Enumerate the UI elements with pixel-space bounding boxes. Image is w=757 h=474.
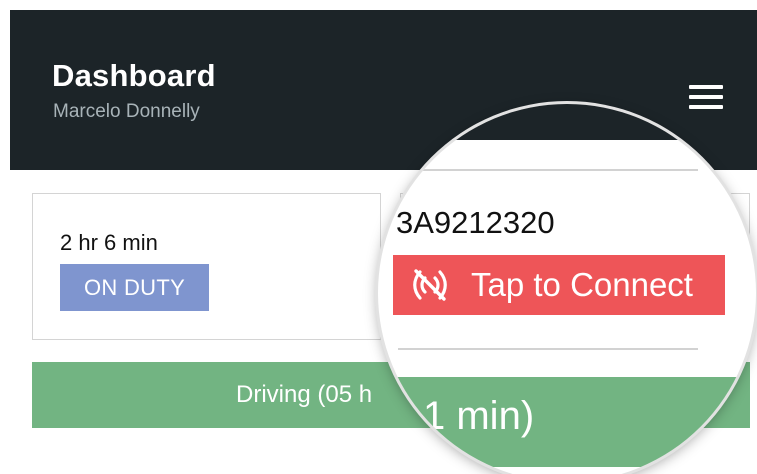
duty-status-badge: ON DUTY bbox=[60, 264, 209, 311]
duty-time: 2 hr 6 min bbox=[60, 230, 158, 255]
magnifier-lens: 3A9212320 Tap to Connect 1 min) bbox=[378, 104, 756, 474]
driver-name: Marcelo Donnelly bbox=[53, 101, 200, 122]
vehicle-id: 3A9212320 bbox=[396, 205, 555, 240]
divider bbox=[398, 348, 698, 350]
dashboard-screen: Dashboard Marcelo Donnelly 2 hr 6 min ON… bbox=[0, 0, 757, 474]
magnified-driving-text: 1 min) bbox=[423, 394, 535, 438]
no-signal-icon bbox=[413, 269, 447, 301]
menu-bar bbox=[689, 85, 723, 89]
magnified-header-edge bbox=[378, 104, 756, 140]
divider bbox=[398, 169, 698, 171]
page-title: Dashboard bbox=[52, 58, 216, 93]
menu-bar bbox=[689, 95, 723, 99]
tap-to-connect-button[interactable]: Tap to Connect bbox=[393, 255, 725, 315]
connect-label: Tap to Connect bbox=[471, 266, 693, 303]
duty-status-card[interactable]: 2 hr 6 min ON DUTY bbox=[32, 193, 381, 340]
